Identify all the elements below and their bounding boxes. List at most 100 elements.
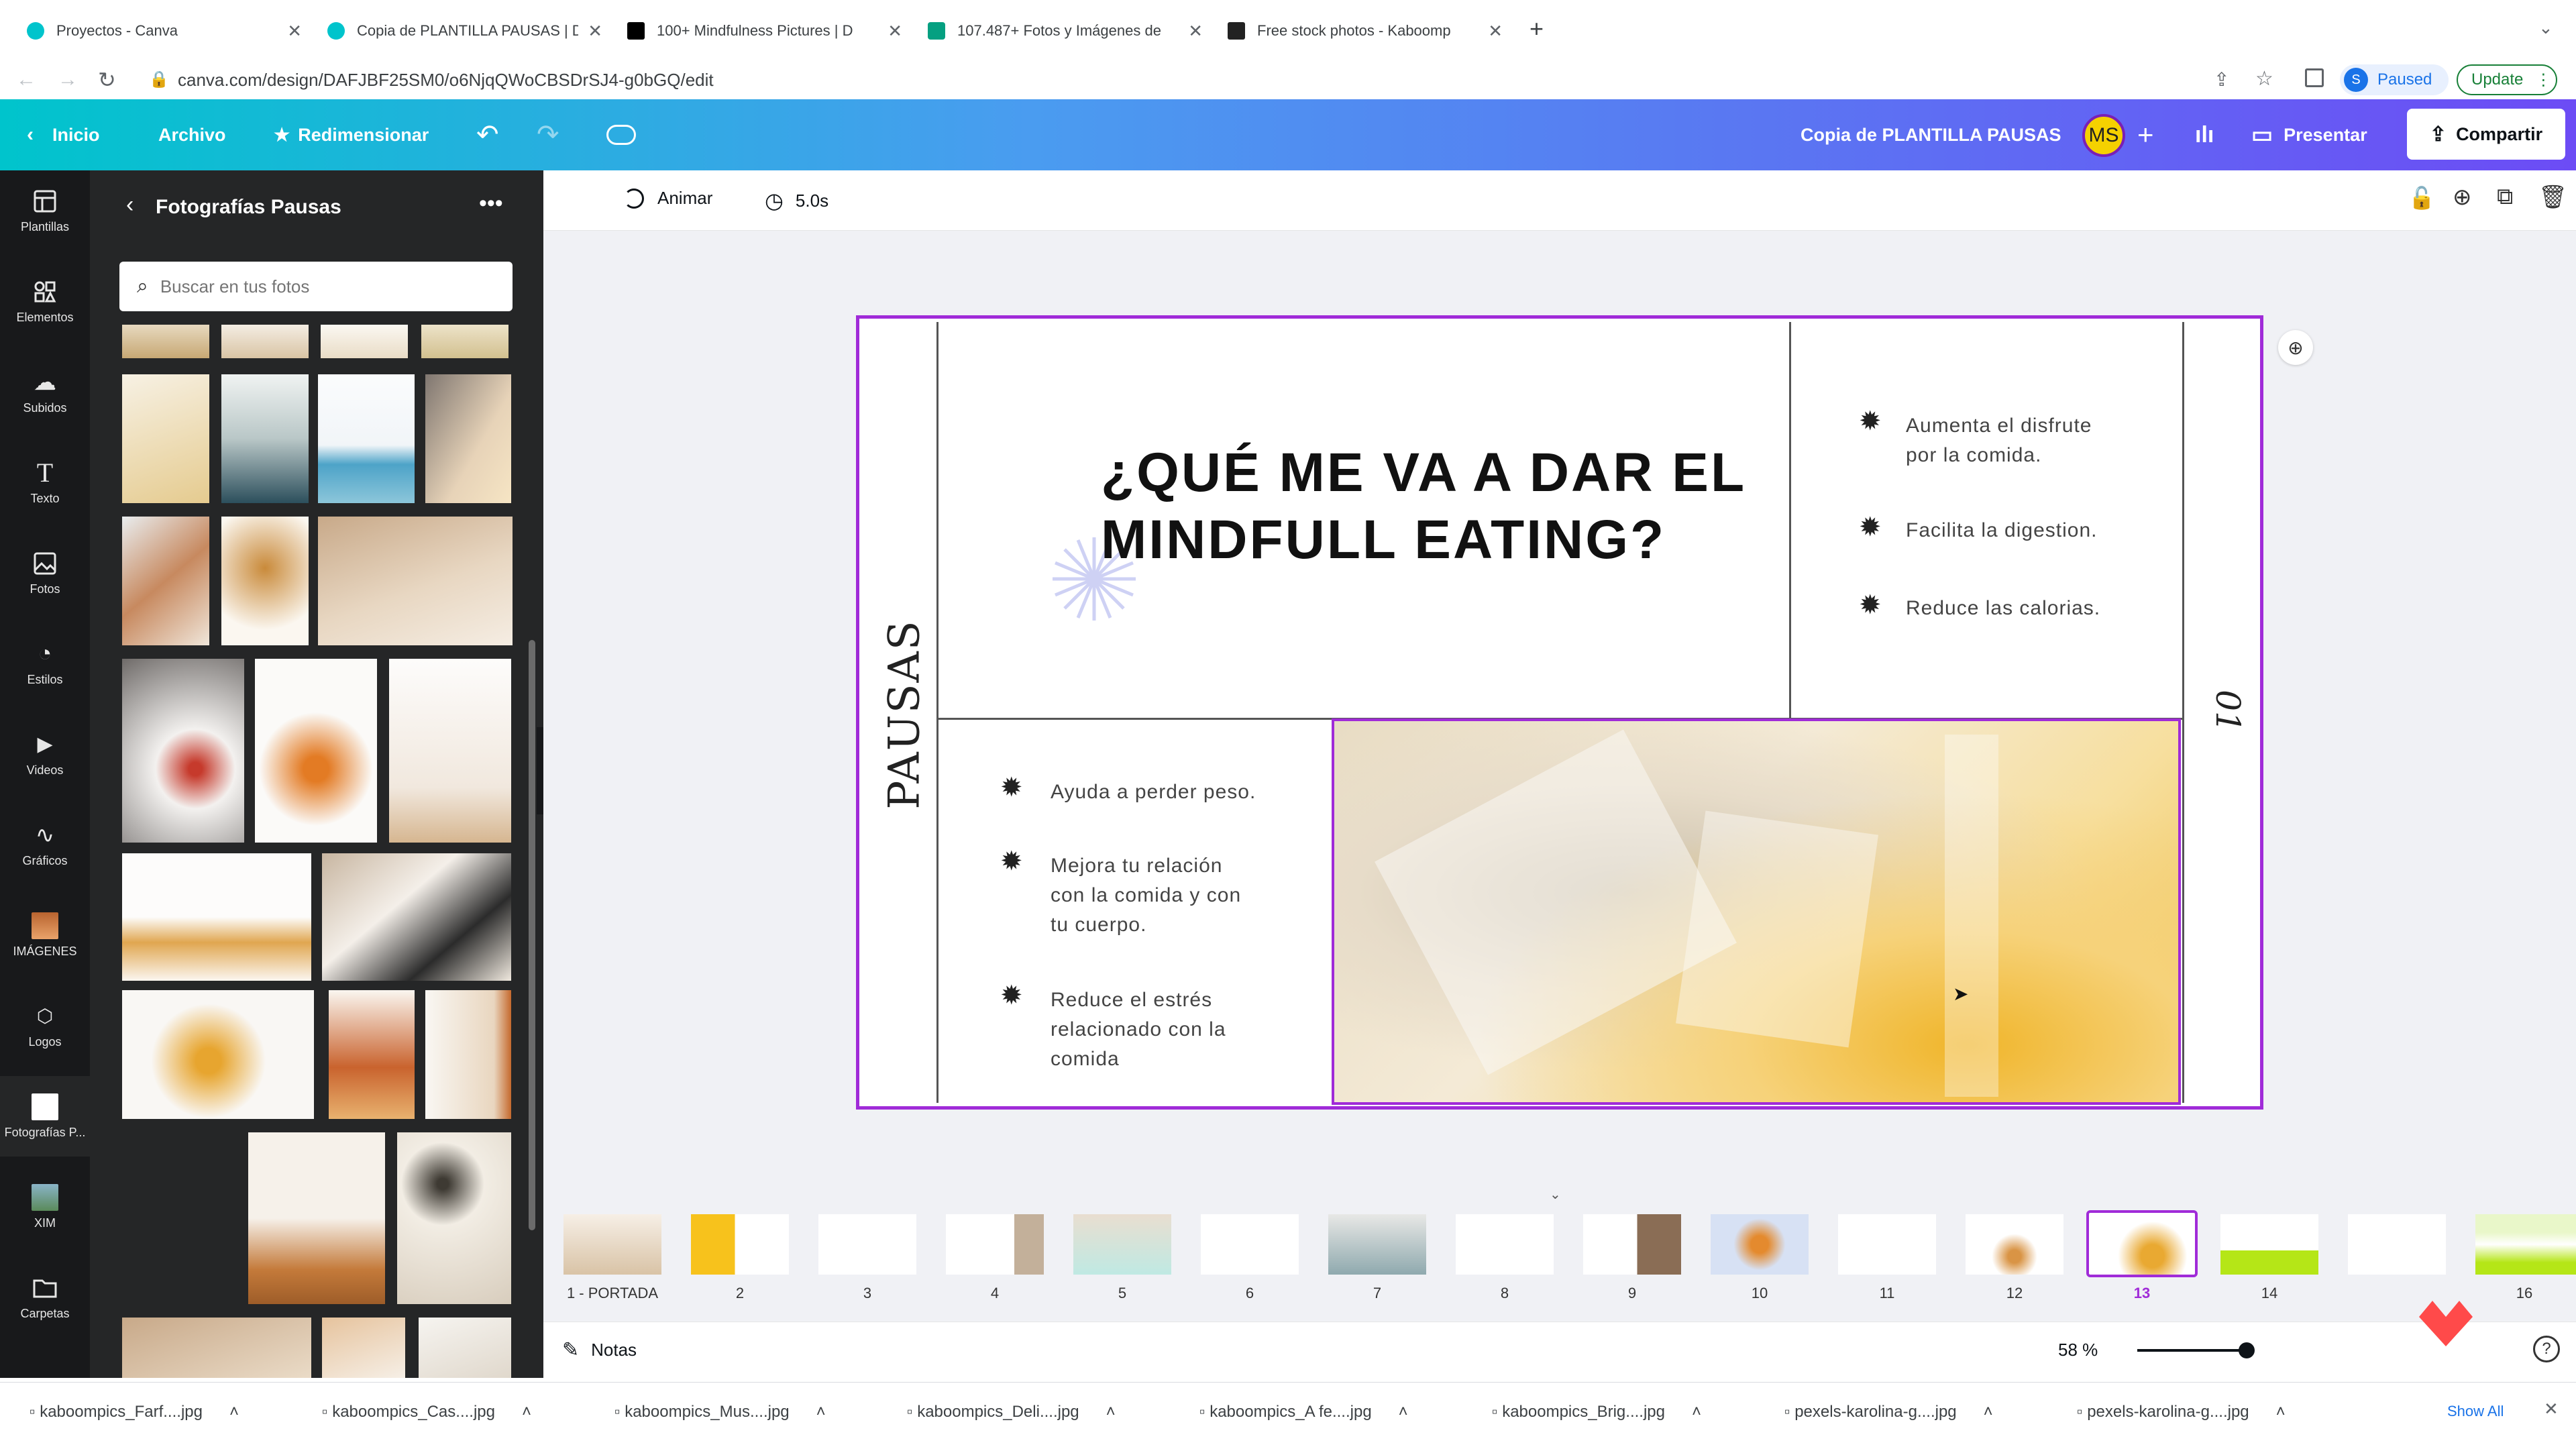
photo-thumbnail[interactable] (122, 374, 209, 503)
download-item[interactable]: ▫ kaboompics_Brig....jpg ˄ (1492, 1403, 1701, 1421)
zoom-level[interactable]: 58 % (2058, 1340, 2098, 1360)
page-thumbnail[interactable] (2348, 1214, 2446, 1275)
document-title[interactable]: Copia de PLANTILLA PAUSAS (1801, 99, 2061, 170)
show-all-link[interactable]: Show All (2447, 1403, 2504, 1420)
chevron-up-icon[interactable]: ˄ (2276, 1403, 2286, 1421)
download-item[interactable]: ▫ kaboompics_Farf....jpg ˄ (30, 1403, 239, 1421)
notes-button[interactable]: ✎ Notas (562, 1338, 637, 1362)
rail-item-uploads[interactable]: ☁ Subidos (0, 352, 90, 432)
chevron-up-icon[interactable]: ˄ (229, 1403, 239, 1421)
photo-thumbnail[interactable] (122, 1318, 311, 1378)
photo-thumbnail[interactable] (248, 1132, 385, 1304)
browser-tab[interactable]: 100+ Mindfulness Pictures | D ✕ (627, 12, 902, 50)
photo-thumbnail[interactable] (397, 1132, 511, 1304)
download-item[interactable]: ▫ kaboompics_Deli....jpg ˄ (907, 1403, 1116, 1421)
browser-tab[interactable]: Proyectos - Canva ✕ (27, 12, 302, 50)
bullet-text[interactable]: Ayuda a perder peso. (1051, 777, 1256, 807)
side-panel-icon[interactable] (2305, 68, 2324, 87)
photo-thumbnail[interactable] (425, 374, 511, 503)
page-thumbnail[interactable] (1201, 1214, 1299, 1275)
close-icon[interactable]: ✕ (287, 21, 302, 42)
slide-title[interactable]: ¿QUÉ ME VA A DAR EL MINDFULL EATING? (1101, 439, 1746, 574)
photo-thumbnail[interactable] (122, 659, 244, 843)
search-box[interactable]: ⌕ (119, 262, 513, 311)
add-comment-icon[interactable]: ⊕ (2278, 330, 2313, 365)
page-thumbnail-active[interactable] (2086, 1210, 2198, 1277)
close-icon[interactable]: ✕ (588, 21, 602, 42)
photo-thumbnail[interactable] (122, 517, 209, 645)
update-button[interactable]: Update ⋮ (2457, 64, 2557, 95)
download-item[interactable]: ▫ pexels-karolina-g....jpg ˄ (1784, 1403, 1993, 1421)
page-thumbnail[interactable] (2220, 1214, 2318, 1275)
zoom-slider-knob[interactable] (2239, 1342, 2255, 1358)
photo-thumbnail[interactable] (322, 853, 511, 981)
share-page-icon[interactable]: ⇪ (2214, 68, 2229, 91)
photo-thumbnail[interactable] (329, 990, 415, 1119)
chevron-up-icon[interactable]: ˄ (1106, 1403, 1116, 1421)
panel-scrollbar[interactable] (529, 640, 535, 1230)
redo-icon[interactable]: ↷ (537, 99, 559, 170)
url-input[interactable]: canva.com/design/DAFJBF25SM0/o6NjqQWoCBS… (178, 70, 714, 91)
back-chevron-icon[interactable]: ‹ (126, 192, 133, 218)
photo-thumbnail[interactable] (255, 659, 377, 843)
animate-button[interactable]: Animar (624, 188, 712, 209)
collapse-pages-chevron-icon[interactable]: ⌄ (1550, 1186, 1561, 1203)
photo-thumbnail[interactable] (421, 325, 508, 358)
cloud-save-icon[interactable] (606, 99, 636, 170)
page-thumbnail[interactable] (564, 1214, 661, 1275)
photo-thumbnail[interactable] (322, 1318, 405, 1378)
page-thumbnail[interactable] (1583, 1214, 1681, 1275)
help-icon[interactable]: ? (2533, 1336, 2560, 1362)
chevron-up-icon[interactable]: ˄ (1399, 1403, 1408, 1421)
photo-thumbnail[interactable] (318, 517, 513, 645)
present-button[interactable]: ▭ Presentar (2251, 99, 2367, 170)
photo-thumbnail[interactable] (122, 325, 209, 358)
tab-search-icon[interactable]: ⌄ (2538, 17, 2553, 38)
download-item[interactable]: ▫ kaboompics_Cas....jpg ˄ (322, 1403, 531, 1421)
duration-button[interactable]: ◷ 5.0s (765, 188, 828, 213)
add-page-icon[interactable]: ⊕ (2453, 184, 2472, 211)
rail-item-photos[interactable]: Fotos (0, 533, 90, 613)
new-tab-icon[interactable]: + (1529, 15, 1544, 43)
duplicate-page-icon[interactable]: ⧉ (2497, 184, 2513, 210)
resize-button[interactable]: ★ Redimensionar (274, 99, 429, 170)
chevron-up-icon[interactable]: ˄ (1984, 1403, 1993, 1421)
bullet-text[interactable]: Aumenta el disfrute por la comida. (1906, 411, 2092, 470)
photo-thumbnail[interactable] (221, 517, 309, 645)
bookmark-star-icon[interactable]: ☆ (2255, 67, 2273, 91)
rail-item-imagenes[interactable]: IMÁGENES (0, 895, 90, 975)
chevron-up-icon[interactable]: ˄ (1692, 1403, 1701, 1421)
bullet-text[interactable]: Facilita la digestion. (1906, 516, 2097, 545)
bullet-text[interactable]: Reduce las calorias. (1906, 594, 2100, 623)
rail-item-templates[interactable]: Plantillas (0, 170, 90, 251)
close-icon[interactable]: ✕ (888, 21, 902, 42)
page-thumbnail[interactable] (1073, 1214, 1171, 1275)
heart-app-icon[interactable] (2412, 1297, 2479, 1350)
rail-item-folders[interactable]: Carpetas (0, 1257, 90, 1338)
rail-item-videos[interactable]: ▶ Videos (0, 714, 90, 794)
photo-thumbnail[interactable] (122, 853, 311, 981)
page-thumbnail[interactable] (2475, 1214, 2576, 1275)
photo-thumbnail[interactable] (318, 374, 415, 503)
chevron-up-icon[interactable]: ˄ (816, 1403, 826, 1421)
page-thumbnail[interactable] (1328, 1214, 1426, 1275)
close-icon[interactable]: ✕ (1188, 21, 1203, 42)
close-icon[interactable]: ✕ (1488, 21, 1503, 42)
download-item[interactable]: ▫ kaboompics_A fe....jpg ˄ (1199, 1403, 1408, 1421)
page-thumbnail[interactable] (1456, 1214, 1554, 1275)
page-thumbnail[interactable] (691, 1214, 789, 1275)
file-menu-button[interactable]: Archivo (158, 99, 226, 170)
slide-photo[interactable] (1332, 718, 2181, 1105)
browser-tab-active[interactable]: Copia de PLANTILLA PAUSAS | D ✕ (327, 12, 602, 50)
rail-item-xim[interactable]: XIM (0, 1167, 90, 1247)
page-thumbnail[interactable] (1966, 1214, 2063, 1275)
bullet-text[interactable]: Reduce el estrés relacionado con la comi… (1051, 985, 1226, 1074)
browser-tab[interactable]: Free stock photos - Kaboomp ✕ (1228, 12, 1503, 50)
photo-thumbnail[interactable] (389, 659, 511, 843)
delete-page-icon[interactable]: 🗑 (2538, 184, 2567, 211)
back-icon[interactable]: ← (16, 68, 36, 91)
rail-item-elements[interactable]: Elementos (0, 261, 90, 341)
page-thumbnail[interactable] (818, 1214, 916, 1275)
insights-chart-icon[interactable]: ılı (2195, 99, 2214, 170)
rail-item-fotografias-pausas[interactable]: Fotografías P... (0, 1076, 90, 1157)
